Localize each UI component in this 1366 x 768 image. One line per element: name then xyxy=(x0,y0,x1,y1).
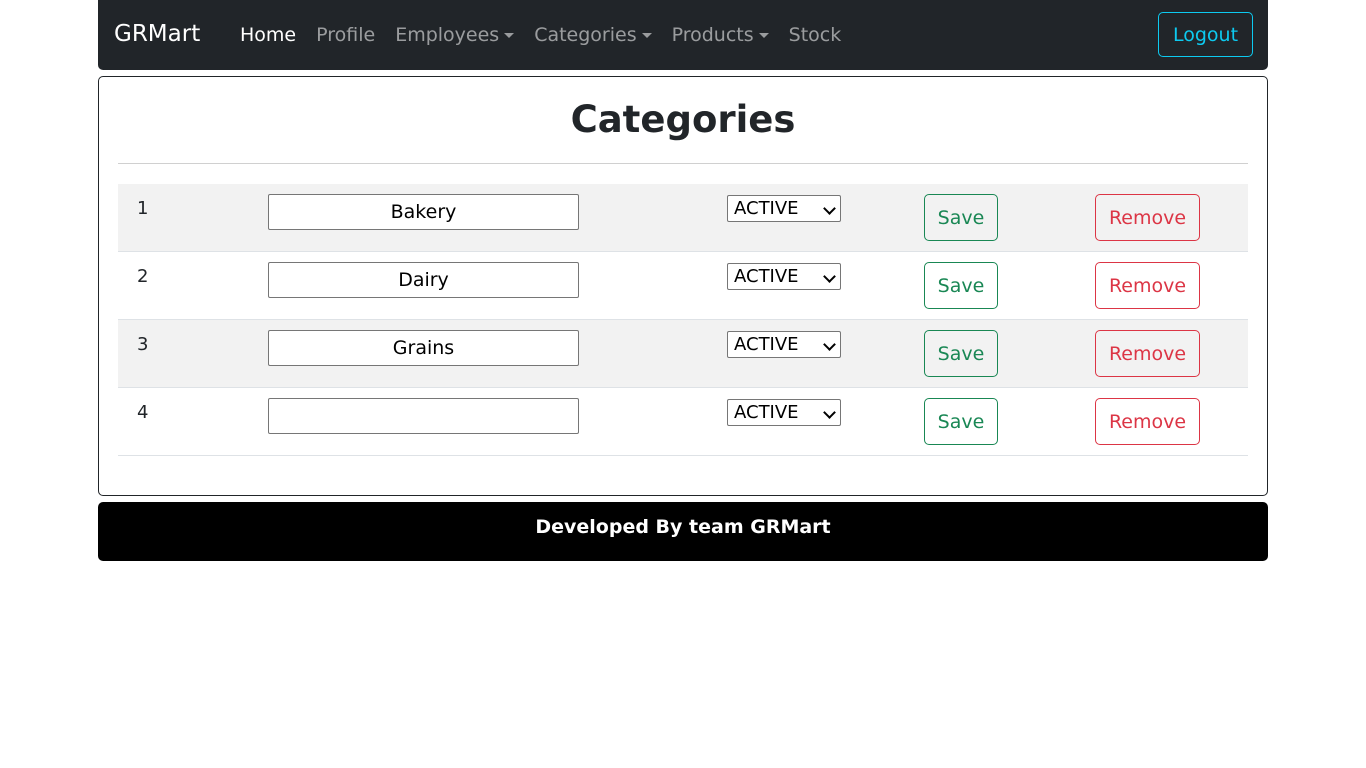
category-name-input[interactable] xyxy=(268,330,579,366)
save-button[interactable]: Save xyxy=(924,262,998,309)
status-select[interactable]: ACTIVE xyxy=(727,399,841,426)
nav-links: Home Profile Employees Categories Produc… xyxy=(230,21,851,49)
nav-link-label: Stock xyxy=(788,24,842,46)
save-button[interactable]: Save xyxy=(924,194,998,241)
caret-down-icon xyxy=(758,32,769,38)
divider xyxy=(118,163,1248,164)
remove-button[interactable]: Remove xyxy=(1095,194,1200,241)
status-select[interactable]: ACTIVE xyxy=(727,195,841,222)
nav-link-stock[interactable]: Stock xyxy=(779,21,852,49)
chevron-down-icon xyxy=(823,406,836,419)
category-name-input[interactable] xyxy=(268,398,579,434)
table-row: 2 ACTIVE Save Remove xyxy=(118,252,1248,320)
chevron-down-icon xyxy=(823,270,836,283)
nav-link-label: Categories xyxy=(534,24,637,46)
logout-button[interactable]: Logout xyxy=(1158,12,1253,57)
category-id: 1 xyxy=(137,198,149,219)
categories-card: Categories 1 ACTIVE Save Remove 2 ACTIVE… xyxy=(98,76,1268,496)
status-select-value: ACTIVE xyxy=(734,334,799,355)
caret-down-icon xyxy=(641,32,652,38)
remove-button[interactable]: Remove xyxy=(1095,330,1200,377)
categories-table: 1 ACTIVE Save Remove 2 ACTIVE Save Remov… xyxy=(118,184,1248,456)
nav-dropdown-categories[interactable]: Categories xyxy=(524,21,661,49)
category-id: 4 xyxy=(137,402,149,423)
nav-dropdown-products[interactable]: Products xyxy=(662,21,779,49)
chevron-down-icon xyxy=(823,338,836,351)
category-name-input[interactable] xyxy=(268,262,579,298)
nav-link-profile[interactable]: Profile xyxy=(306,21,385,49)
remove-button[interactable]: Remove xyxy=(1095,398,1200,445)
page-title: Categories xyxy=(570,98,796,141)
status-select-value: ACTIVE xyxy=(734,266,799,287)
status-select[interactable]: ACTIVE xyxy=(727,331,841,358)
table-row: 1 ACTIVE Save Remove xyxy=(118,184,1248,252)
caret-down-icon xyxy=(504,32,515,38)
nav-link-home[interactable]: Home xyxy=(230,21,306,49)
save-button[interactable]: Save xyxy=(924,398,998,445)
chevron-down-icon xyxy=(823,202,836,215)
nav-link-label: Profile xyxy=(316,24,376,46)
status-select[interactable]: ACTIVE xyxy=(727,263,841,290)
navbar: GRMart Home Profile Employees Categories… xyxy=(98,0,1268,70)
save-button[interactable]: Save xyxy=(924,330,998,377)
category-id: 3 xyxy=(137,334,149,355)
remove-button[interactable]: Remove xyxy=(1095,262,1200,309)
nav-link-label: Home xyxy=(240,24,297,46)
footer: Developed By team GRMart xyxy=(98,502,1268,561)
footer-credit: Developed By team GRMart xyxy=(535,516,831,538)
status-select-value: ACTIVE xyxy=(734,198,799,219)
brand-logo[interactable]: GRMart xyxy=(114,20,200,48)
status-select-value: ACTIVE xyxy=(734,402,799,423)
category-name-input[interactable] xyxy=(268,194,579,230)
nav-dropdown-employees[interactable]: Employees xyxy=(385,21,524,49)
table-row: 4 ACTIVE Save Remove xyxy=(118,388,1248,456)
nav-link-label: Employees xyxy=(395,24,500,46)
nav-link-label: Products xyxy=(671,24,754,46)
table-row: 3 ACTIVE Save Remove xyxy=(118,320,1248,388)
category-id: 2 xyxy=(137,266,149,287)
